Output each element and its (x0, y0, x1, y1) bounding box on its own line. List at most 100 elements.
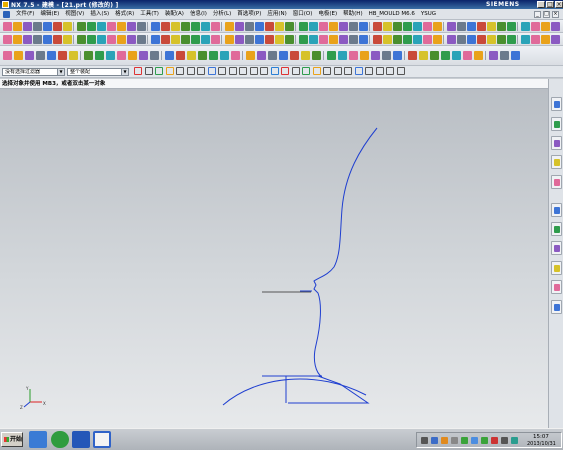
toolbar-tool-icon[interactable] (3, 22, 12, 31)
tray-icon-4[interactable] (451, 437, 458, 444)
toolbar-tool-icon[interactable] (285, 22, 294, 31)
toolbar-tool-icon[interactable] (497, 22, 506, 31)
toolbar-tool-icon[interactable] (309, 35, 318, 44)
toolbar-tool-icon[interactable] (231, 51, 240, 60)
toolbar-tool-icon[interactable] (181, 35, 190, 44)
toolbar-tool-icon[interactable] (285, 35, 294, 44)
system-materials-icon[interactable] (551, 241, 562, 255)
toolbar-tool-icon[interactable] (95, 51, 104, 60)
toolbar-tool-icon[interactable] (3, 35, 12, 44)
toolbar-tool-icon[interactable] (181, 22, 190, 31)
selection-scope-dropdown[interactable]: 整个装配 ▼ (67, 68, 129, 76)
snap-point-icon[interactable] (323, 67, 331, 75)
toolbar-tool-icon[interactable] (161, 35, 170, 44)
graphics-window[interactable]: X Y Z (0, 89, 548, 428)
process-studio-icon[interactable] (551, 203, 562, 217)
toolbar-tool-icon[interactable] (211, 35, 220, 44)
toolbar-tool-icon[interactable] (487, 35, 496, 44)
maximize-button[interactable]: □ (546, 1, 554, 8)
toolbar-tool-icon[interactable] (413, 35, 422, 44)
toolbar-tool-icon[interactable] (201, 35, 210, 44)
toolbar-tool-icon[interactable] (137, 22, 146, 31)
part-navigator-icon[interactable] (551, 136, 562, 150)
toolbar-tool-icon[interactable] (463, 51, 472, 60)
palette-icon[interactable] (551, 300, 562, 314)
toolbar-tool-icon[interactable] (139, 51, 148, 60)
snap-point-icon[interactable] (375, 67, 384, 75)
toolbar-tool-icon[interactable] (275, 35, 284, 44)
toolbar-tool-icon[interactable] (137, 35, 146, 44)
bird-app-icon[interactable] (29, 431, 47, 448)
snap-point-icon[interactable] (165, 67, 174, 75)
toolbar-tool-icon[interactable] (53, 22, 62, 31)
menu-assembly[interactable]: 装配(A) (162, 9, 187, 20)
toolbar-tool-icon[interactable] (521, 22, 530, 31)
toolbar-tool-icon[interactable] (127, 35, 136, 44)
tray-icon-1[interactable] (421, 437, 428, 444)
toolbar-tool-icon[interactable] (327, 51, 336, 60)
swirl-app-icon[interactable] (72, 431, 90, 448)
history-icon[interactable] (551, 175, 562, 189)
snap-point-icon[interactable] (302, 67, 310, 75)
start-button[interactable]: 开始 (1, 432, 23, 447)
toolbar-tool-icon[interactable] (419, 51, 428, 60)
snap-point-icon[interactable] (218, 67, 226, 75)
toolbar-tool-icon[interactable] (63, 22, 72, 31)
snap-point-icon[interactable] (249, 67, 258, 75)
menu-insert[interactable]: 插入(S) (87, 9, 112, 20)
browser-app-icon[interactable] (51, 431, 69, 448)
snap-point-icon[interactable] (344, 67, 352, 75)
toolbar-tool-icon[interactable] (235, 22, 244, 31)
toolbar-tool-icon[interactable] (107, 35, 116, 44)
tray-icon-7[interactable] (481, 437, 488, 444)
toolbar-tool-icon[interactable] (447, 22, 456, 31)
toolbar-tool-icon[interactable] (467, 35, 476, 44)
toolbar-tool-icon[interactable] (235, 35, 244, 44)
snap-point-icon[interactable] (281, 67, 289, 75)
toolbar-tool-icon[interactable] (497, 35, 506, 44)
toolbar-tool-icon[interactable] (255, 22, 264, 31)
toolbar-tool-icon[interactable] (433, 22, 442, 31)
toolbar-tool-icon[interactable] (507, 35, 516, 44)
toolbar-tool-icon[interactable] (447, 35, 456, 44)
doc-close-button[interactable]: × (552, 11, 559, 18)
chevron-down-icon[interactable]: ▼ (57, 69, 64, 75)
toolbar-tool-icon[interactable] (531, 35, 540, 44)
menu-hb-mould[interactable]: HB_MOULD M6.6 (366, 9, 418, 20)
toolbar-tool-icon[interactable] (117, 35, 126, 44)
toolbar-tool-icon[interactable] (349, 51, 358, 60)
snap-point-icon[interactable] (291, 67, 300, 75)
toolbar-tool-icon[interactable] (225, 35, 234, 44)
toolbar-tool-icon[interactable] (268, 51, 277, 60)
toolbar-tool-icon[interactable] (151, 35, 160, 44)
toolbar-tool-icon[interactable] (63, 35, 72, 44)
toolbar-tool-icon[interactable] (521, 35, 530, 44)
toolbar-tool-icon[interactable] (541, 35, 550, 44)
toolbar-tool-icon[interactable] (97, 22, 106, 31)
model-view[interactable]: X Y Z (0, 89, 548, 428)
toolbar-tool-icon[interactable] (151, 22, 160, 31)
toolbar-tool-icon[interactable] (299, 22, 308, 31)
network-icon[interactable] (471, 437, 478, 444)
snap-point-icon[interactable] (134, 67, 142, 75)
toolbar-tool-icon[interactable] (319, 35, 328, 44)
toolbar-tool-icon[interactable] (171, 22, 180, 31)
toolbar-tool-icon[interactable] (23, 35, 32, 44)
tray-icon-3[interactable] (441, 437, 448, 444)
menu-application[interactable]: 应用(N) (264, 9, 289, 20)
toolbar-tool-icon[interactable] (275, 22, 284, 31)
toolbar-tool-icon[interactable] (43, 35, 52, 44)
toolbar-tool-icon[interactable] (477, 22, 486, 31)
toolbar-tool-icon[interactable] (373, 35, 382, 44)
toolbar-tool-icon[interactable] (349, 22, 358, 31)
toolbar-tool-icon[interactable] (87, 35, 96, 44)
menu-analysis[interactable]: 分析(L) (210, 9, 234, 20)
toolbar-tool-icon[interactable] (97, 35, 106, 44)
volume-icon[interactable] (501, 437, 508, 444)
toolbar-tool-icon[interactable] (191, 35, 200, 44)
toolbar-tool-icon[interactable] (487, 22, 496, 31)
type-filter-dropdown[interactable]: 没有选择过滤器 ▼ (2, 68, 65, 76)
snap-point-icon[interactable] (260, 67, 268, 75)
menu-view[interactable]: 视图(V) (62, 9, 87, 20)
toolbar-tool-icon[interactable] (47, 51, 56, 60)
